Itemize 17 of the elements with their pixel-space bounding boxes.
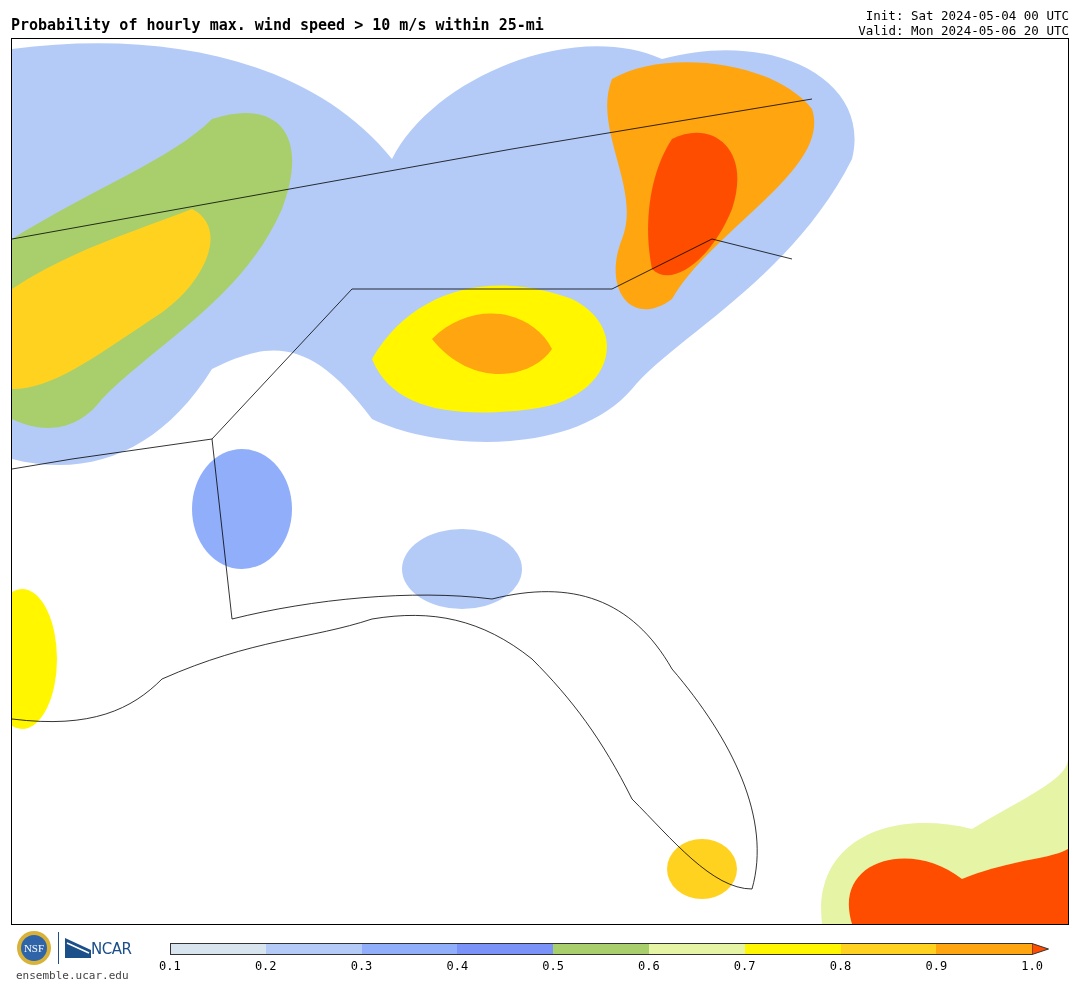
tick-label: 0.6 [637,959,661,973]
tick-label: 1.0 [1020,959,1044,973]
tick-label: 0.1 [158,959,182,973]
ncar-logo-icon [65,938,91,958]
chart-title: Probability of hourly max. wind speed > 10 m/s within 25-mi [11,16,544,36]
valid-time: Valid: Mon 2024-05-06 20 UTC [858,23,1069,38]
tick-label: 0.4 [445,959,470,973]
init-time: Init: Sat 2024-05-04 00 UTC [864,8,1069,23]
tick-label: 0.9 [924,959,949,973]
tick-label: 0.8 [828,959,853,973]
tick-label: 0.5 [541,959,565,973]
tick-label: 0.7 [732,959,757,973]
nsf-logo-icon: NSF [16,930,52,966]
tick-label: 0.3 [349,959,374,973]
org-name: NCAR [91,940,132,958]
website-url: ensemble.ucar.edu [16,969,129,982]
tick-label: 0.2 [253,959,278,973]
